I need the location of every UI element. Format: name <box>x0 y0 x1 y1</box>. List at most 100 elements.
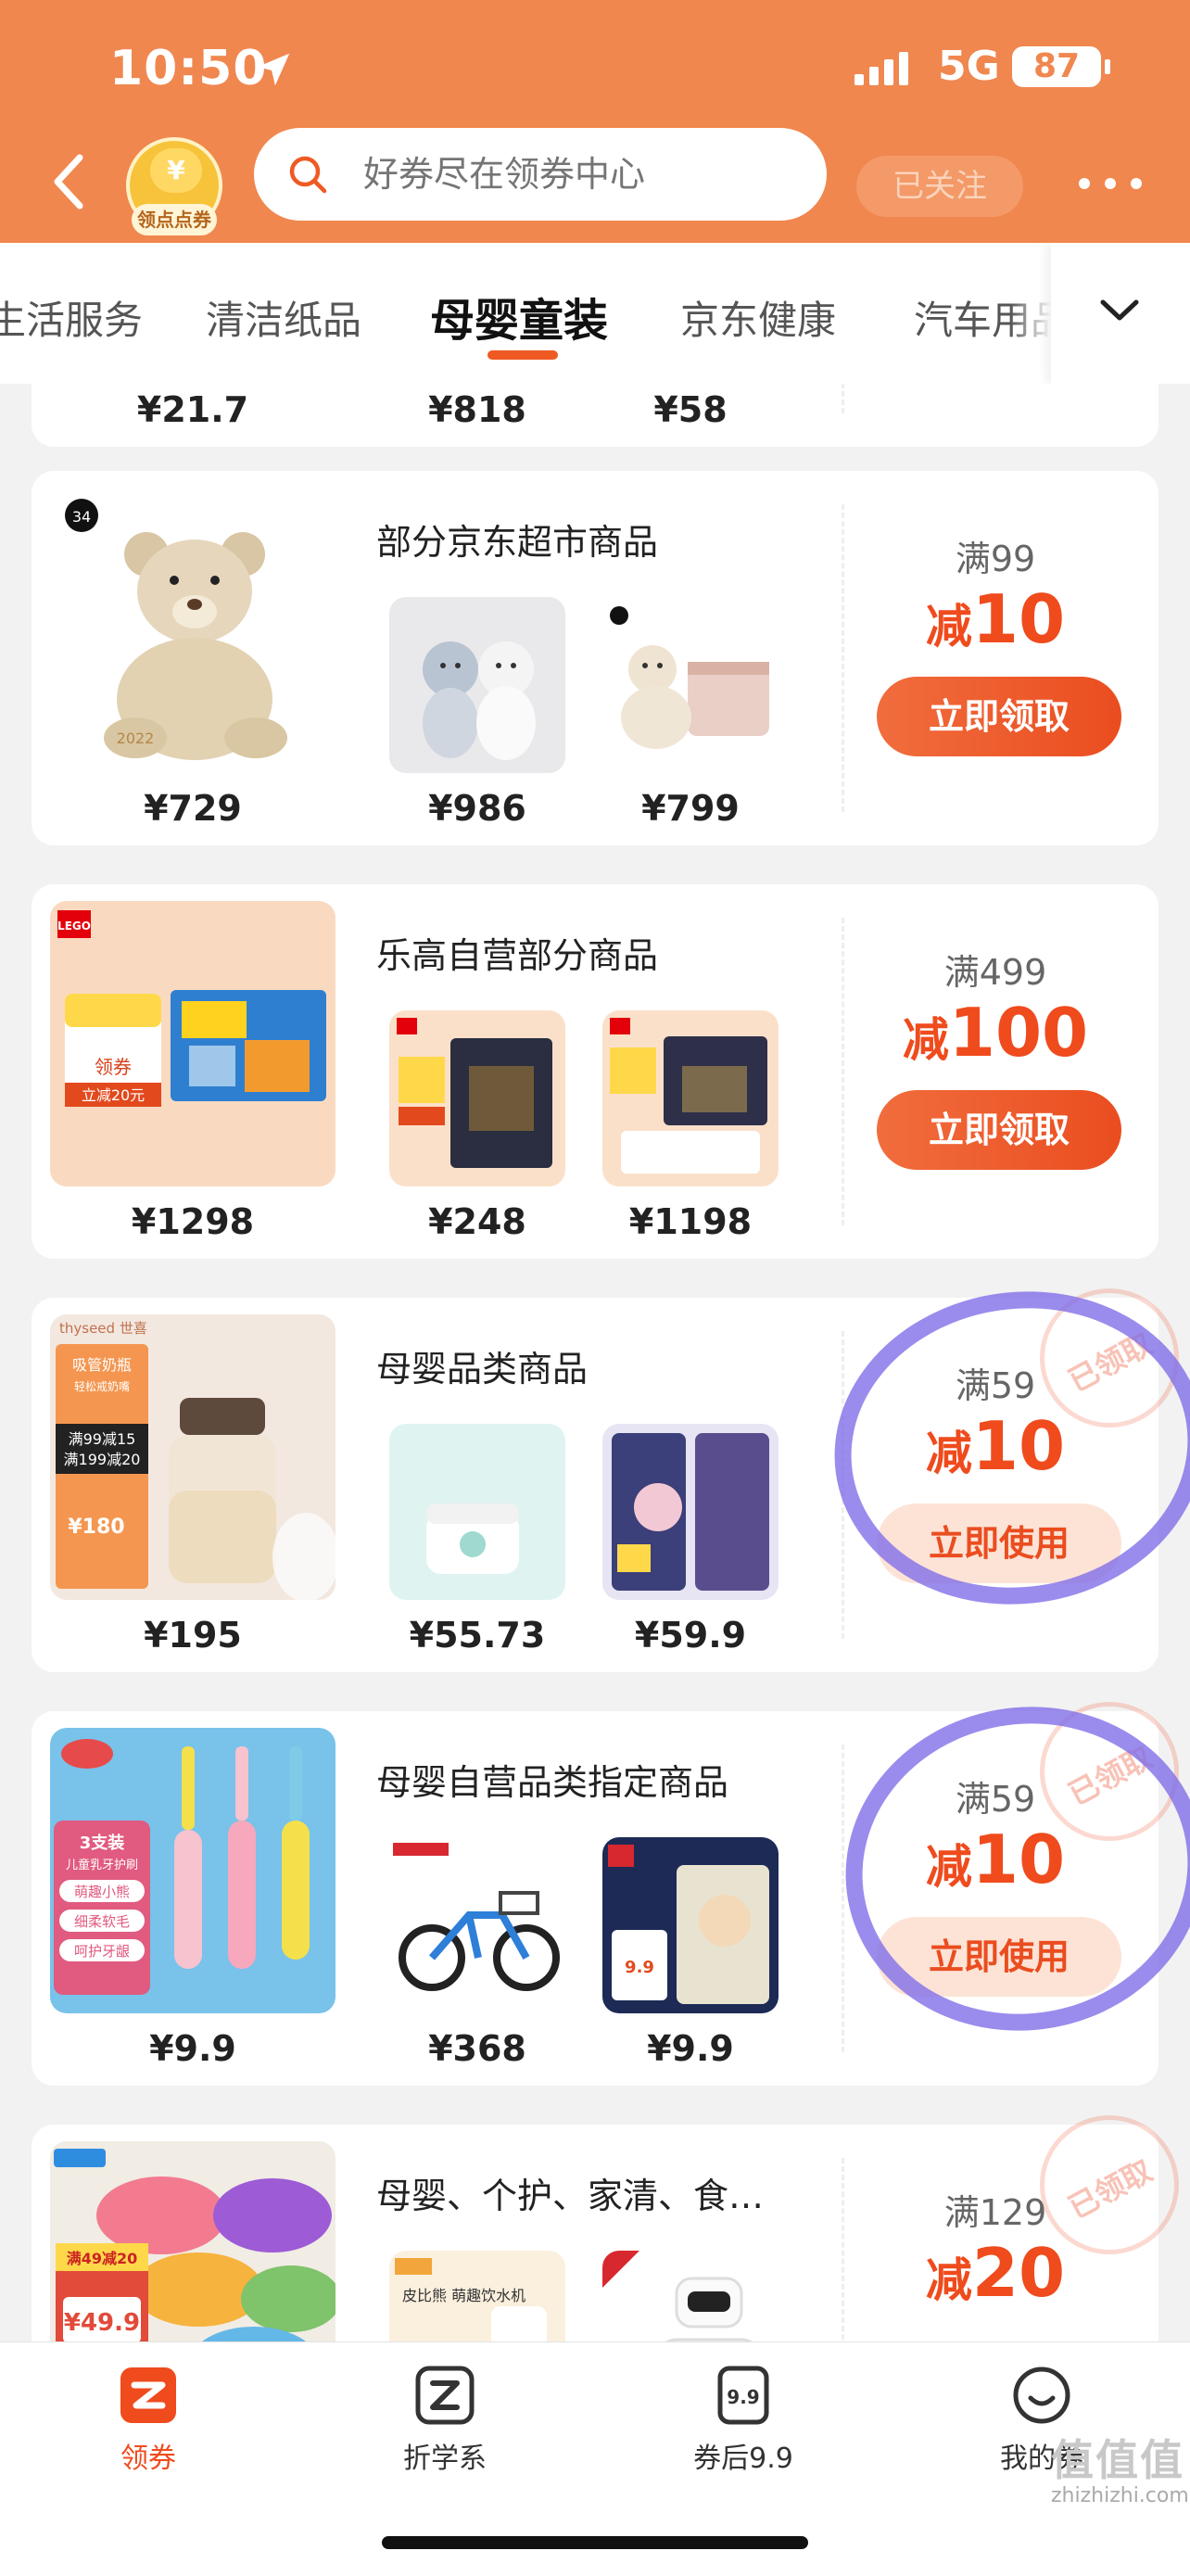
product-image-bear-case[interactable] <box>602 597 779 773</box>
tab-cleaning-paper[interactable]: 清洁纸品 <box>206 289 361 346</box>
product-image-lego-set[interactable]: LEGO 领券 立减20元 <box>50 901 335 1186</box>
nav-zhexuexi[interactable]: 折学系 <box>361 2365 528 2504</box>
product-price: ¥799 <box>641 788 740 829</box>
coupon-card[interactable]: 34 2022 部分京东超市商品 ¥729 ¥986 ¥799 满99 减10 … <box>32 471 1158 845</box>
svg-text:thyseed 世喜: thyseed 世喜 <box>59 1320 147 1337</box>
coupon-card[interactable]: 满49减20 ¥49.9 皮比熊 萌趣饮水机 母婴、个护、家清、食… 已领取 满… <box>32 2115 1179 2341</box>
expand-tabs-button[interactable] <box>1051 243 1190 384</box>
tab-jd-health[interactable]: 京东健康 <box>680 289 836 346</box>
search-icon <box>289 156 327 194</box>
svg-text:呵护牙龈: 呵护牙龈 <box>74 1943 130 1960</box>
nav-after-coupon-99[interactable]: 9.9 券后9.9 <box>660 2365 827 2504</box>
chevron-down-icon <box>1100 299 1139 321</box>
claim-button[interactable]: 立即领取 <box>877 1090 1121 1170</box>
product-price: ¥729 <box>144 788 242 829</box>
product-image-baby-bottle[interactable]: thyseed 世喜 吸管奶瓶 轻松戒奶嘴 满99减15 满199减20 ¥18… <box>50 1314 335 1600</box>
coupon-divider <box>842 1745 844 2052</box>
svg-text:儿童乳牙护刷: 儿童乳牙护刷 <box>66 1858 138 1872</box>
coupon-title: 母婴自营品类指定商品 <box>376 1762 729 1803</box>
product-price: ¥9.9 <box>647 2028 734 2069</box>
discount-prefix: 减 <box>925 2253 972 2307</box>
coupon-divider <box>842 918 844 1225</box>
follow-button[interactable]: 已关注 <box>856 156 1023 217</box>
product-price: ¥55.73 <box>409 1615 546 1656</box>
svg-text:立减20元: 立减20元 <box>82 1086 145 1104</box>
coupon-threshold: 满129 <box>943 2192 1047 2233</box>
coupon-card-partial: ¥21.7 ¥818 ¥58 <box>32 384 1158 447</box>
back-arrow-icon[interactable] <box>48 152 93 211</box>
discount-amount: 100 <box>948 994 1089 1072</box>
signal-icon <box>855 52 908 85</box>
coupon-title: 部分京东超市商品 <box>376 522 659 563</box>
svg-text:细柔软毛: 细柔软毛 <box>74 1913 130 1930</box>
battery-tip <box>1105 59 1110 74</box>
coupon-card[interactable]: LEGO 领券 立减20元 乐高自营部分商品 ¥1298 ¥248 ¥1198 … <box>32 884 1158 1259</box>
product-image-baby-diapers[interactable]: 9.9 <box>602 1837 779 2013</box>
product-image-teddy-bear[interactable]: 34 2022 <box>50 488 335 773</box>
coupon-discount: 减10 <box>866 580 1125 658</box>
svg-text:轻松戒奶嘴: 轻松戒奶嘴 <box>74 1380 130 1393</box>
svg-text:萌趣小熊: 萌趣小熊 <box>74 1884 130 1900</box>
svg-text:吸管奶瓶: 吸管奶瓶 <box>72 1356 132 1374</box>
product-image-play-clay[interactable]: 满49减20 ¥49.9 <box>50 2141 335 2341</box>
product-image-diapers[interactable] <box>602 1424 779 1600</box>
svg-text:34: 34 <box>72 508 91 526</box>
discount-prefix: 减 <box>925 600 972 654</box>
svg-text:3支装: 3支装 <box>80 1833 125 1853</box>
active-tab-indicator <box>487 350 558 360</box>
product-image-teddy-pair[interactable] <box>389 597 565 773</box>
discount-prefix: 减 <box>902 1013 949 1067</box>
svg-text:2022: 2022 <box>117 730 155 747</box>
product-image-toothbrush[interactable]: 3支装 儿童乳牙护刷 萌趣小熊 细柔软毛 呵护牙龈 <box>50 1728 335 2013</box>
svg-text:LEGO: LEGO <box>57 920 91 933</box>
claim-button[interactable]: 立即领取 <box>877 677 1121 756</box>
discount-amount: 10 <box>971 580 1066 658</box>
clock: 10:50 <box>109 41 268 96</box>
svg-text:满199减20: 满199减20 <box>64 1451 141 1468</box>
product-image-water-dispenser[interactable]: 皮比熊 萌趣饮水机 <box>389 2251 565 2341</box>
z-logo-icon <box>415 2366 475 2425</box>
product-price: ¥368 <box>428 2028 526 2069</box>
watermark-url: zhizhizhi.com <box>1051 2484 1189 2507</box>
tab-life-services[interactable]: 生活服务 <box>0 289 143 346</box>
coupon-title: 乐高自营部分商品 <box>376 935 659 976</box>
product-image-lego-castle[interactable] <box>602 1010 779 1186</box>
product-price: ¥986 <box>428 788 526 829</box>
svg-text:满99减15: 满99减15 <box>69 1430 136 1448</box>
price-tag-icon: 9.9 <box>717 2366 769 2425</box>
app-header: 10:50 5G 87 ¥ 领点点券 已关注 <box>0 0 1190 243</box>
category-tabs: 生活服务 清洁纸品 母婴童装 京东健康 汽车用品 <box>0 243 1190 384</box>
network-type: 5G <box>938 43 1000 90</box>
product-image-robot-dog[interactable] <box>602 2251 779 2341</box>
coupon-logo-icon <box>120 2367 176 2423</box>
smile-icon <box>1013 2367 1070 2424</box>
tab-fade <box>1010 243 1051 384</box>
svg-text:9.9: 9.9 <box>625 1958 654 1977</box>
search-input[interactable] <box>363 128 808 221</box>
nav-coupons[interactable]: 领券 <box>65 2365 232 2504</box>
product-price: ¥21.7 <box>136 389 249 430</box>
product-image-lego-harry-potter[interactable] <box>389 1010 565 1186</box>
product-price: ¥9.9 <box>149 2028 236 2069</box>
svg-text:皮比熊 萌趣饮水机: 皮比熊 萌趣饮水机 <box>402 2287 525 2304</box>
discount-amount: 20 <box>971 2234 1066 2312</box>
svg-text:领券: 领券 <box>95 1056 132 1078</box>
coupon-divider <box>842 384 844 413</box>
battery-level: 87 <box>1012 46 1101 87</box>
coupon-discount: 减20 <box>866 2234 1125 2312</box>
product-price: ¥248 <box>428 1201 526 1242</box>
nav-label: 券后9.9 <box>693 2443 793 2475</box>
product-price: ¥1198 <box>628 1201 753 1242</box>
product-price: ¥59.9 <box>634 1615 747 1656</box>
product-image-baby-cream[interactable] <box>389 1424 565 1600</box>
product-price: ¥58 <box>653 389 728 430</box>
coupon-title: 母婴、个护、家清、食… <box>376 2176 765 2216</box>
more-options-icon[interactable] <box>1077 176 1144 191</box>
search-bar[interactable] <box>254 128 827 221</box>
nav-label: 领券 <box>120 2443 176 2475</box>
product-price: ¥818 <box>428 389 526 430</box>
product-image-kids-bike[interactable] <box>389 1837 565 2013</box>
location-arrow-icon <box>257 53 290 86</box>
store-badge: 领点点券 <box>132 204 217 235</box>
tab-mother-baby[interactable]: 母婴童装 <box>430 284 608 349</box>
